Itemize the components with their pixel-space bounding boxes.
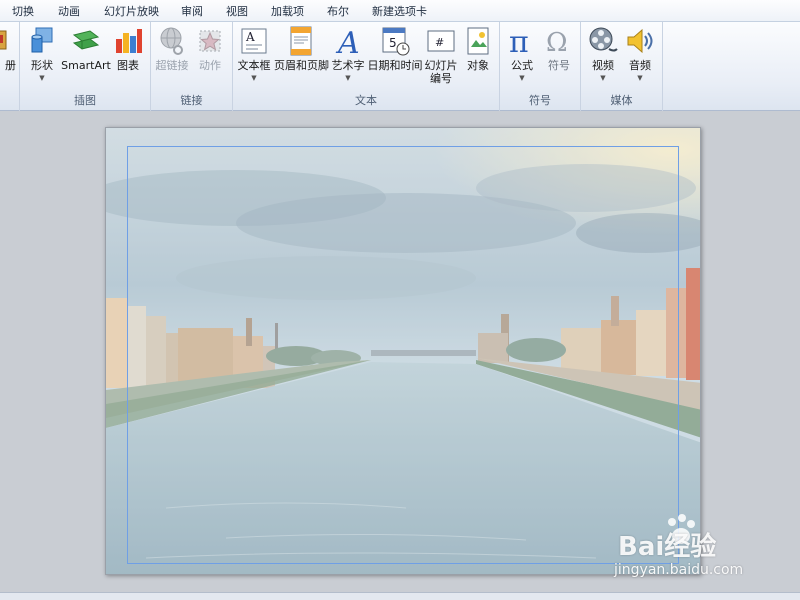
slide-number-icon: # xyxy=(427,30,455,52)
group-label-media: 媒体 xyxy=(610,94,633,107)
svg-text:A: A xyxy=(335,26,360,57)
action-label: 动作 xyxy=(199,59,221,72)
bar-chart-icon xyxy=(116,29,142,53)
tab-review[interactable]: 审阅 xyxy=(181,3,203,19)
hyperlink-button[interactable]: 超链接 xyxy=(153,24,191,92)
chart-label: 图表 xyxy=(117,59,139,72)
status-bar xyxy=(0,592,800,600)
slide-number-label-2: 编号 xyxy=(430,72,452,85)
object-button[interactable]: 对象 xyxy=(461,24,495,92)
pi-icon: π xyxy=(509,25,529,57)
film-reel-icon xyxy=(589,27,618,52)
video-label: 视频 xyxy=(592,59,614,72)
symbol-button[interactable]: Ω 符号 xyxy=(542,24,576,92)
ribbon-group-media: 视频 ▼ 音频 ▼ 媒体 xyxy=(581,22,663,111)
ribbon-group-links: 超链接 动作 链接 xyxy=(151,22,233,111)
dropdown-arrow-icon: ▼ xyxy=(251,74,257,82)
shapes-button[interactable]: 形状 ▼ xyxy=(24,24,60,92)
tab-animations[interactable]: 动画 xyxy=(58,3,80,19)
svg-text:Ω: Ω xyxy=(546,28,568,57)
svg-text:π: π xyxy=(509,25,529,57)
baidu-jingyan-watermark: Bai经验 jingyan.baidu.com xyxy=(600,514,770,588)
slide-number-button[interactable]: # 幻灯片 编号 xyxy=(423,24,459,92)
tab-boolean[interactable]: 布尔 xyxy=(327,3,349,19)
dropdown-arrow-icon: ▼ xyxy=(519,74,525,82)
hyperlink-globe-icon xyxy=(160,27,183,55)
smartart-button[interactable]: SmartArt xyxy=(60,24,112,92)
audio-label: 音频 xyxy=(629,59,651,72)
textbox-label: 文本框 xyxy=(237,59,271,72)
symbol-label: 符号 xyxy=(548,59,570,72)
datetime-button[interactable]: 5 日期和时间 xyxy=(367,24,423,92)
ribbon-group-text: A 文本框 ▼ 页眉和页脚 A 艺术字 ▼ 5 日期和时间 # 幻灯片 编号 对… xyxy=(233,22,500,111)
tab-addins[interactable]: 加载项 xyxy=(271,3,304,19)
dropdown-arrow-icon: ▼ xyxy=(345,74,351,82)
audio-button[interactable]: 音频 ▼ xyxy=(623,24,657,92)
group-label-illustrations: 插图 xyxy=(74,94,96,107)
tab-slideshow[interactable]: 幻灯片放映 xyxy=(104,3,159,19)
chart-button[interactable]: 图表 xyxy=(112,24,144,92)
action-button[interactable]: 动作 xyxy=(193,24,227,92)
dropdown-arrow-icon: ▼ xyxy=(39,74,45,82)
album-button[interactable]: 册 xyxy=(0,24,18,92)
content-placeholder-frame[interactable] xyxy=(127,146,679,564)
svg-text:A: A xyxy=(245,30,255,44)
ribbon-group-symbols: π 公式 ▼ Ω 符号 符号 xyxy=(500,22,581,111)
header-footer-icon xyxy=(290,26,312,56)
ribbon-group-partial: 册 xyxy=(0,22,20,111)
tab-view[interactable]: 视图 xyxy=(226,3,248,19)
object-label: 对象 xyxy=(467,59,489,72)
ribbon: 册 形状 ▼ SmartArt 图表 插图 超链接 动作 链接 A 文本框 ▼ … xyxy=(0,22,800,111)
wordart-label: 艺术字 xyxy=(331,59,365,72)
smartart-label: SmartArt xyxy=(61,59,111,72)
shapes-icon xyxy=(31,27,53,53)
watermark-url: jingyan.baidu.com xyxy=(614,562,744,578)
omega-icon: Ω xyxy=(546,28,568,57)
video-button[interactable]: 视频 ▼ xyxy=(585,24,621,92)
hyperlink-label: 超链接 xyxy=(155,59,189,72)
header-footer-label: 页眉和页脚 xyxy=(274,59,329,72)
group-label-links: 链接 xyxy=(180,94,203,107)
equation-button[interactable]: π 公式 ▼ xyxy=(504,24,540,92)
dropdown-arrow-icon: ▼ xyxy=(600,74,606,82)
tab-new-tab[interactable]: 新建选项卡 xyxy=(372,3,427,19)
ribbon-group-illustrations: 形状 ▼ SmartArt 图表 插图 xyxy=(20,22,151,111)
speaker-icon xyxy=(627,28,653,54)
group-label-text: 文本 xyxy=(355,94,377,107)
dropdown-arrow-icon: ▼ xyxy=(637,74,643,82)
slide-number-label-1: 幻灯片 xyxy=(424,59,458,72)
textbox-button[interactable]: A 文本框 ▼ xyxy=(236,24,272,92)
watermark-brand: Bai经验 xyxy=(618,532,717,562)
equation-label: 公式 xyxy=(511,59,533,72)
ribbon-tab-bar: 切换 动画 幻灯片放映 审阅 视图 加载项 布尔 新建选项卡 xyxy=(0,0,800,22)
slide-canvas[interactable] xyxy=(105,127,701,575)
svg-text:5: 5 xyxy=(389,36,397,50)
wordart-button[interactable]: A 艺术字 ▼ xyxy=(330,24,366,92)
shapes-label: 形状 xyxy=(31,59,53,72)
datetime-label: 日期和时间 xyxy=(367,59,423,72)
header-footer-button[interactable]: 页眉和页脚 xyxy=(274,24,329,92)
smartart-icon xyxy=(72,30,100,50)
action-star-icon xyxy=(199,30,221,52)
album-label: 册 xyxy=(5,59,16,72)
svg-text:#: # xyxy=(435,36,444,49)
group-label-symbols: 符号 xyxy=(529,94,551,107)
tab-transitions[interactable]: 切换 xyxy=(12,3,34,19)
calendar-clock-icon: 5 xyxy=(382,27,410,56)
wordart-icon: A xyxy=(335,26,360,57)
object-icon xyxy=(467,27,489,55)
textbox-icon: A xyxy=(241,28,267,54)
